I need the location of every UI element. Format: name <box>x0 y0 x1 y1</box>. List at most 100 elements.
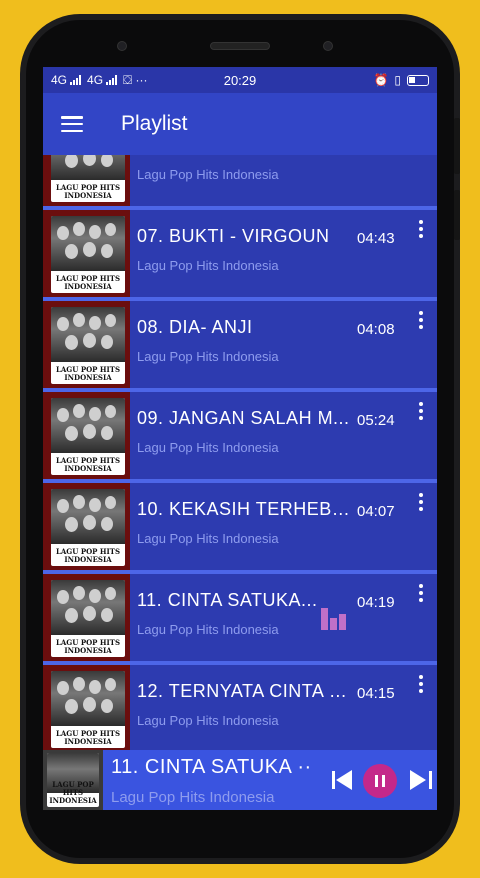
song-cover-text: LAGU POP HITS INDONESIA <box>51 275 125 291</box>
song-info: 07. BUKTI - VIRGOUN Lagu Pop Hits Indone… <box>130 210 437 297</box>
power-button <box>454 190 460 240</box>
cover-figure <box>83 155 96 166</box>
cover-figure <box>65 426 78 441</box>
cover-figure <box>65 244 78 259</box>
song-cover-art: LAGU POP HITS INDONESIA <box>43 301 130 388</box>
cover-text-line-2: INDONESIA <box>64 373 112 382</box>
status-bar: 4G 4G ⛋ ··· 20:29 ⏰ ▯ <box>43 67 437 93</box>
song-artist: Lagu Pop Hits Indonesia <box>137 258 279 273</box>
app-bar: Playlist <box>43 93 437 155</box>
cover-text-line-2: INDONESIA <box>64 464 112 473</box>
song-duration: 05:24 <box>357 412 395 429</box>
song-row[interactable]: LAGU POP HITS INDONESIA 06. ... Lagu Pop… <box>43 155 437 206</box>
song-title: 08. DIA- ANJI <box>137 317 253 337</box>
skip-previous-icon[interactable] <box>332 770 354 790</box>
song-row[interactable]: LAGU POP HITS INDONESIA 11. CINTA SATUKA… <box>43 570 437 661</box>
cover-figure <box>105 405 116 418</box>
cover-figure <box>105 223 116 236</box>
cover-figure <box>65 335 78 350</box>
song-duration: 04:08 <box>357 321 395 338</box>
song-title: 10. KEKASIH TERHEBAT... <box>137 499 352 519</box>
status-time: 20:29 <box>223 73 257 88</box>
song-cover-text: LAGU POP HITS INDONESIA <box>51 457 125 473</box>
cover-text-line-2: INDONESIA <box>49 796 97 805</box>
song-artist: Lagu Pop Hits Indonesia <box>137 622 279 637</box>
song-duration: 04:15 <box>357 685 395 702</box>
song-cover-photo <box>51 398 125 453</box>
song-info: 11. CINTA SATUKA... Lagu Pop Hits Indone… <box>130 574 437 661</box>
front-camera-icon <box>117 41 127 51</box>
song-cover-image: LAGU POP HITS INDONESIA <box>51 489 125 566</box>
song-cover-image: LAGU POP HITS INDONESIA <box>51 307 125 384</box>
equalizer-icon <box>321 606 346 630</box>
song-cover-image: LAGU POP HITS INDONESIA <box>51 671 125 748</box>
player-cover-image: LAGU POP HITS INDONESIA <box>47 753 99 807</box>
cover-figure <box>83 333 96 348</box>
cover-figure <box>83 515 96 530</box>
song-cover-text: LAGU POP HITS INDONESIA <box>51 548 125 564</box>
song-info: 08. DIA- ANJI Lagu Pop Hits Indonesia 04… <box>130 301 437 388</box>
mini-player[interactable]: LAGU POP HITS INDONESIA 11. CINTA SATUKA… <box>43 750 437 810</box>
cover-text-line-1: LAGU POP HITS <box>52 780 94 797</box>
song-title: 06. ... <box>137 155 186 156</box>
cover-figure <box>57 226 69 240</box>
sensor-icon <box>323 41 333 51</box>
player-cover-art: LAGU POP HITS INDONESIA <box>43 750 103 810</box>
song-cover-image: LAGU POP HITS INDONESIA <box>51 155 125 202</box>
song-info: 09. JANGAN SALAH M... Lagu Pop Hits Indo… <box>130 392 437 479</box>
song-cover-text: LAGU POP HITS INDONESIA <box>51 730 125 746</box>
song-row[interactable]: LAGU POP HITS INDONESIA 08. DIA- ANJI La… <box>43 297 437 388</box>
cover-figure <box>57 681 69 695</box>
song-cover-art: LAGU POP HITS INDONESIA <box>43 210 130 297</box>
song-artist: Lagu Pop Hits Indonesia <box>137 531 279 546</box>
song-cover-art: LAGU POP HITS INDONESIA <box>43 665 130 750</box>
song-cover-photo <box>51 307 125 362</box>
cover-figure <box>101 608 113 622</box>
more-options-icon[interactable] <box>419 675 425 693</box>
more-options-icon[interactable] <box>419 402 425 420</box>
cover-figure <box>83 697 96 712</box>
song-cover-art: LAGU POP HITS INDONESIA <box>43 574 130 661</box>
cover-figure <box>101 335 113 349</box>
song-duration: 04:07 <box>357 503 395 520</box>
song-cover-text: LAGU POP HITS INDONESIA <box>51 639 125 655</box>
cover-text-line-2: INDONESIA <box>64 646 112 655</box>
cover-text-line-2: INDONESIA <box>64 737 112 746</box>
cover-figure <box>105 587 116 600</box>
song-duration: 04:43 <box>357 230 395 247</box>
cover-figure <box>57 499 69 513</box>
song-cover-text: LAGU POP HITS INDONESIA <box>51 184 125 200</box>
cover-figure <box>57 590 69 604</box>
song-row[interactable]: LAGU POP HITS INDONESIA 09. JANGAN SALAH… <box>43 388 437 479</box>
more-options-icon[interactable] <box>419 311 425 329</box>
cover-figure <box>89 680 101 694</box>
cover-figure <box>73 222 85 236</box>
song-cover-art: LAGU POP HITS INDONESIA <box>43 483 130 570</box>
song-row[interactable]: LAGU POP HITS INDONESIA 07. BUKTI - VIRG… <box>43 206 437 297</box>
cover-text-line-2: INDONESIA <box>64 282 112 291</box>
song-cover-photo <box>51 671 125 726</box>
page-title: Playlist <box>121 112 188 135</box>
cover-figure <box>101 244 113 258</box>
cover-figure <box>105 496 116 509</box>
player-title: 11. CINTA SATUKA ·· <box>111 756 312 778</box>
song-row[interactable]: LAGU POP HITS INDONESIA 10. KEKASIH TERH… <box>43 479 437 570</box>
cover-figure <box>105 314 116 327</box>
song-cover-image: LAGU POP HITS INDONESIA <box>51 580 125 657</box>
volume-button <box>454 118 460 174</box>
song-row[interactable]: LAGU POP HITS INDONESIA 12. TERNYATA CIN… <box>43 661 437 750</box>
song-artist: Lagu Pop Hits Indonesia <box>137 440 279 455</box>
more-options-icon[interactable] <box>419 584 425 602</box>
pause-button[interactable] <box>363 764 397 798</box>
more-options-icon[interactable] <box>419 220 425 238</box>
cover-figure <box>89 498 101 512</box>
song-list[interactable]: LAGU POP HITS INDONESIA 06. ... Lagu Pop… <box>43 155 437 750</box>
song-cover-image: LAGU POP HITS INDONESIA <box>51 398 125 475</box>
more-options-icon[interactable] <box>419 493 425 511</box>
menu-icon[interactable] <box>61 116 83 132</box>
song-cover-text: LAGU POP HITS INDONESIA <box>51 366 125 382</box>
cover-figure <box>73 313 85 327</box>
song-title: 09. JANGAN SALAH M... <box>137 408 350 428</box>
cover-figure <box>83 606 96 621</box>
skip-next-icon[interactable] <box>410 770 432 790</box>
